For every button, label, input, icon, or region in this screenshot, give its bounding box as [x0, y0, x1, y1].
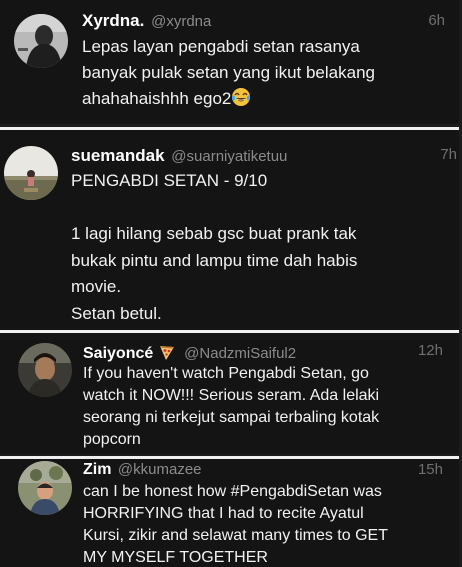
display-name[interactable]: suemandak	[71, 146, 165, 165]
timestamp[interactable]: 7h	[440, 147, 457, 162]
avatar[interactable]	[4, 146, 58, 200]
pizza-emoji	[158, 343, 176, 361]
username[interactable]: @xyrdna	[151, 13, 211, 30]
tweet-text: can I be honest how #PengabdiSetan was H…	[83, 483, 388, 566]
tweet-text: PENGABDI SETAN - 9/10 1 lagi hilang seba…	[71, 171, 358, 323]
timestamp[interactable]: 6h	[428, 13, 445, 28]
tweet-header: Xyrdna. @xyrdna	[82, 12, 211, 29]
display-name[interactable]: Zim	[83, 461, 111, 478]
tweet-text: If you haven't watch Pengabdi Setan, go …	[83, 365, 380, 448]
tweet-text-content: Lepas layan pengabdi setan rasanya banya…	[82, 37, 375, 108]
tweet-text: Lepas layan pengabdi setan rasanya banya…	[82, 34, 452, 112]
display-name[interactable]: Saiyoncé	[83, 345, 153, 362]
laughing-tears-emoji	[231, 87, 251, 107]
tweet-header: Zim @kkumazee	[83, 462, 202, 478]
timestamp[interactable]: 15h	[418, 462, 443, 477]
tweet-card[interactable]: Saiyoncé @NadzmiSaiful2 12h If you haven…	[0, 333, 459, 454]
display-name[interactable]: Xyrdna.	[82, 11, 144, 30]
avatar[interactable]	[14, 14, 68, 68]
tweet-card[interactable]: suemandak @suarniyatiketuu 7h PENGABDI S…	[0, 130, 459, 330]
tweet-card[interactable]: Zim @kkumazee 15h can I be honest how #P…	[0, 459, 459, 567]
avatar[interactable]	[18, 461, 72, 515]
tweet-header: suemandak @suarniyatiketuu	[71, 147, 287, 164]
avatar[interactable]	[18, 343, 72, 397]
tweet-header: Saiyoncé @NadzmiSaiful2	[83, 343, 296, 362]
timestamp[interactable]: 12h	[418, 343, 443, 358]
username[interactable]: @NadzmiSaiful2	[184, 345, 296, 362]
tweet-card[interactable]: Xyrdna. @xyrdna 6h Lepas layan pengabdi …	[0, 0, 459, 124]
username[interactable]: @kkumazee	[118, 461, 202, 478]
username[interactable]: @suarniyatiketuu	[171, 148, 287, 165]
